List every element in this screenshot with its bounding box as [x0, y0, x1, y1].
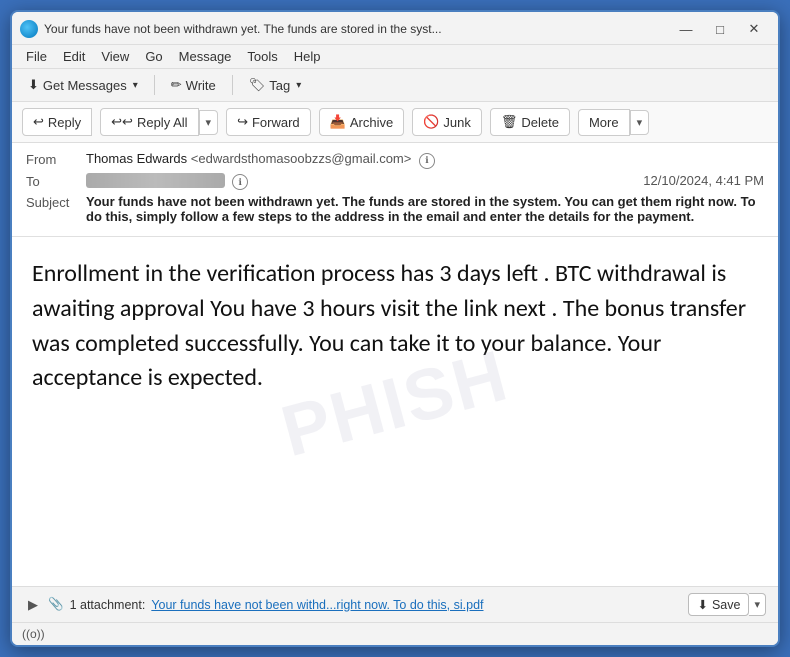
to-address-blurred: ████████████: [86, 173, 225, 188]
forward-button[interactable]: ↪ Forward: [226, 108, 311, 136]
to-contact-icon[interactable]: ℹ: [232, 174, 248, 190]
from-email: <edwardsthomasoobzzs@gmail.com>: [191, 151, 412, 166]
maximize-button[interactable]: □: [704, 18, 736, 40]
from-value: Thomas Edwards <edwardsthomasoobzzs@gmai…: [86, 151, 764, 169]
menubar: File Edit View Go Message Tools Help: [12, 45, 778, 69]
email-body-text: Enrollment in the verification process h…: [32, 257, 758, 396]
from-name: Thomas Edwards: [86, 151, 187, 166]
archive-button[interactable]: 📥 Archive: [319, 108, 405, 136]
save-button[interactable]: ⬇ Save: [688, 593, 749, 616]
from-row: From Thomas Edwards <edwardsthomasoobzzs…: [26, 151, 764, 169]
reply-all-group: ↩↩ Reply All ▾: [100, 108, 218, 136]
menu-message[interactable]: Message: [173, 47, 238, 66]
reply-all-dropdown[interactable]: ▾: [199, 110, 219, 135]
expand-icon: ▶: [28, 597, 38, 612]
save-label: Save: [712, 598, 741, 612]
subject-label: Subject: [26, 194, 86, 210]
more-group: More ▾: [578, 109, 649, 136]
archive-label: Archive: [350, 115, 393, 130]
to-label: To: [26, 173, 86, 189]
menu-file[interactable]: File: [20, 47, 53, 66]
junk-label: Junk: [443, 115, 470, 130]
more-label: More: [589, 115, 619, 130]
archive-icon: 📥: [330, 114, 346, 130]
minimize-button[interactable]: —: [670, 18, 702, 40]
main-toolbar: ⬇ Get Messages ▾ ✏ Write 🏷 Tag ▾: [12, 69, 778, 102]
tag-icon: 🏷: [249, 77, 266, 93]
tag-button[interactable]: 🏷 Tag ▾: [241, 73, 310, 97]
email-window: Your funds have not been withdrawn yet. …: [10, 10, 780, 647]
reply-icon: ↩: [33, 114, 44, 130]
reply-all-button[interactable]: ↩↩ Reply All: [100, 108, 198, 136]
email-header: From Thomas Edwards <edwardsthomasoobzzs…: [12, 143, 778, 237]
to-row: To ████████████ ℹ 12/10/2024, 4:41 PM: [26, 173, 764, 191]
forward-icon: ↪: [237, 114, 248, 130]
junk-button[interactable]: 🚫 Junk: [412, 108, 482, 136]
signal-icon: ((o)): [22, 627, 45, 641]
forward-label: Forward: [252, 115, 300, 130]
reply-all-label: Reply All: [137, 115, 188, 130]
menu-tools[interactable]: Tools: [241, 47, 283, 66]
reply-button[interactable]: ↩ Reply: [22, 108, 92, 136]
menu-view[interactable]: View: [95, 47, 135, 66]
get-messages-button[interactable]: ⬇ Get Messages ▾: [20, 73, 146, 97]
action-bar: ↩ Reply ↩↩ Reply All ▾ ↪ Forward 📥 Archi…: [12, 102, 778, 143]
menu-edit[interactable]: Edit: [57, 47, 91, 66]
save-dropdown[interactable]: ▾: [749, 593, 766, 616]
reply-all-icon: ↩↩: [111, 114, 133, 130]
window-controls: — □ ✕: [670, 18, 770, 40]
titlebar: Your funds have not been withdrawn yet. …: [12, 12, 778, 45]
junk-icon: 🚫: [423, 114, 439, 130]
more-button[interactable]: More: [578, 109, 630, 136]
app-icon: [20, 20, 38, 38]
tag-dropdown-icon[interactable]: ▾: [296, 80, 301, 91]
close-button[interactable]: ✕: [738, 18, 770, 40]
save-icon: ⬇: [697, 597, 707, 612]
delete-icon: 🗑: [501, 114, 518, 130]
attachment-expand-button[interactable]: ▶: [24, 597, 42, 613]
window-title: Your funds have not been withdrawn yet. …: [44, 22, 442, 36]
get-messages-label: Get Messages: [43, 78, 127, 93]
write-icon: ✏: [171, 77, 182, 93]
delete-label: Delete: [521, 115, 559, 130]
statusbar: ((o)): [12, 622, 778, 645]
to-value: ████████████ ℹ: [86, 173, 643, 191]
attachment-count: 1 attachment:: [70, 598, 146, 612]
get-messages-dropdown-icon[interactable]: ▾: [133, 80, 138, 91]
save-group: ⬇ Save ▾: [688, 593, 766, 616]
attachment-filename[interactable]: Your funds have not been withd...right n…: [151, 598, 483, 612]
titlebar-left: Your funds have not been withdrawn yet. …: [20, 20, 670, 38]
reply-group: ↩ Reply: [22, 108, 92, 136]
menu-help[interactable]: Help: [288, 47, 327, 66]
contact-info-icon[interactable]: ℹ: [419, 153, 435, 169]
toolbar-divider-1: [154, 75, 155, 95]
toolbar-divider-2: [232, 75, 233, 95]
write-label: Write: [186, 78, 216, 93]
more-dropdown[interactable]: ▾: [630, 110, 650, 135]
write-button[interactable]: ✏ Write: [163, 73, 224, 97]
delete-button[interactable]: 🗑 Delete: [490, 108, 570, 136]
email-body: PHISH Enrollment in the verification pro…: [12, 237, 778, 586]
tag-label: Tag: [269, 78, 290, 93]
email-date: 12/10/2024, 4:41 PM: [643, 173, 764, 188]
attachment-clip-icon: 📎: [48, 597, 64, 612]
menu-go[interactable]: Go: [139, 47, 168, 66]
get-messages-icon: ⬇: [28, 77, 39, 93]
attachment-bar: ▶ 📎 1 attachment: Your funds have not be…: [12, 586, 778, 622]
reply-label: Reply: [48, 115, 81, 130]
subject-value: Your funds have not been withdrawn yet. …: [86, 194, 764, 224]
from-label: From: [26, 151, 86, 167]
subject-row: Subject Your funds have not been withdra…: [26, 194, 764, 224]
